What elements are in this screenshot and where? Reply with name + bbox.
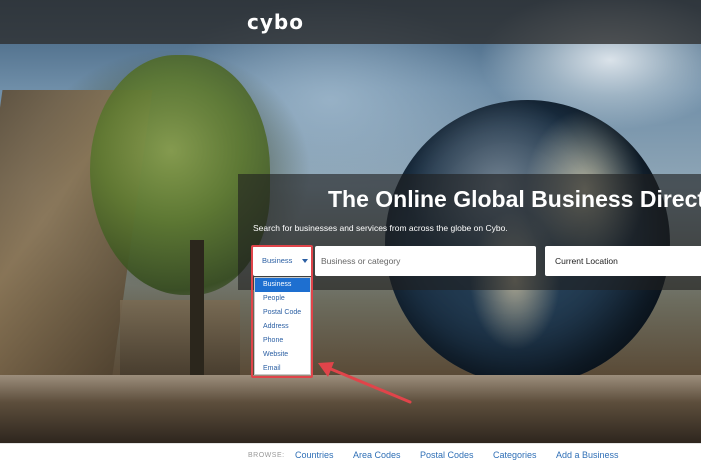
ground-image [0, 375, 701, 443]
browse-link-add-business[interactable]: Add a Business [556, 450, 619, 460]
dropdown-option-postal-code[interactable]: Postal Code [255, 306, 310, 320]
search-type-select[interactable]: Business [253, 246, 313, 276]
tree-trunk-image [190, 240, 204, 380]
browse-link-area-codes[interactable]: Area Codes [353, 450, 401, 460]
dropdown-option-website[interactable]: Website [255, 348, 310, 362]
page-subtitle: Search for businesses and services from … [253, 223, 508, 233]
browse-link-categories[interactable]: Categories [493, 450, 537, 460]
browse-link-countries[interactable]: Countries [295, 450, 334, 460]
business-search-input[interactable] [315, 246, 536, 276]
page-headline: The Online Global Business Direct [328, 186, 701, 212]
cybo-logo[interactable]: cybo [247, 10, 304, 34]
top-nav-bar: cybo [0, 0, 701, 44]
dropdown-option-business[interactable]: Business [255, 278, 310, 292]
browse-link-postal-codes[interactable]: Postal Codes [420, 450, 474, 460]
location-input[interactable] [545, 246, 701, 276]
dropdown-option-email[interactable]: Email [255, 362, 310, 376]
search-type-value: Business [262, 256, 293, 265]
dropdown-option-phone[interactable]: Phone [255, 334, 310, 348]
search-type-dropdown: Business People Postal Code Address Phon… [254, 277, 311, 375]
search-panel: The Online Global Business Direct Search… [238, 174, 701, 290]
browse-bar: BROWSE: Countries Area Codes Postal Code… [0, 443, 701, 467]
dropdown-option-people[interactable]: People [255, 292, 310, 306]
dropdown-option-address[interactable]: Address [255, 320, 310, 334]
browse-label: BROWSE: [248, 452, 285, 459]
chevron-down-icon [302, 259, 308, 263]
